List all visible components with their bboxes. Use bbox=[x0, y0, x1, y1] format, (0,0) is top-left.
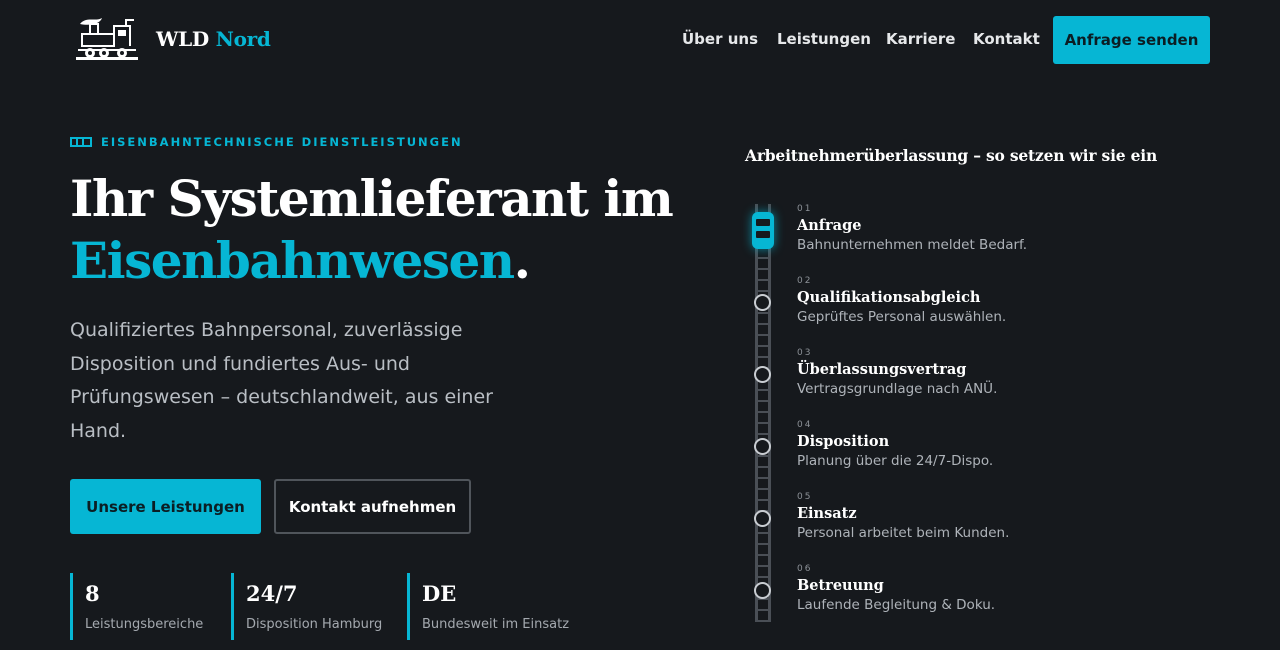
rail-left bbox=[755, 204, 758, 622]
step-description: Planung über die 24/7-Dispo. bbox=[797, 453, 994, 469]
stat-value: DE bbox=[422, 581, 457, 606]
stat-label: Bundesweit im Einsatz bbox=[422, 617, 570, 632]
hero-lead: Qualifiziertes Bahnpersonal, zuverlässig… bbox=[70, 319, 493, 442]
stat-value: 24/7 bbox=[246, 581, 298, 606]
stat-disposition: 24/7 Disposition Hamburg bbox=[231, 573, 382, 640]
stat-label: Disposition Hamburg bbox=[246, 617, 383, 632]
step-node-05 bbox=[754, 510, 771, 527]
nav-leistungen[interactable]: Leistungen bbox=[777, 30, 871, 48]
step-title: Betreuung bbox=[797, 577, 884, 594]
rail-track-icon bbox=[70, 137, 92, 147]
step-description: Bahnunternehmen meldet Bedarf. bbox=[797, 237, 1028, 253]
step-title: Einsatz bbox=[797, 505, 857, 522]
kontakt-aufnehmen-button[interactable]: Kontakt aufnehmen bbox=[274, 479, 471, 534]
rail-track-timeline bbox=[755, 204, 771, 622]
locomotive-logo-icon[interactable] bbox=[76, 16, 138, 60]
step-title: Überlassungsvertrag bbox=[797, 361, 967, 378]
process-step-qualifikationsabgleich: 02 Qualifikationsabgleich Geprüftes Pers… bbox=[797, 276, 1197, 325]
step-title: Qualifikationsabgleich bbox=[797, 289, 981, 306]
hero-eyebrow: EISENBAHNTECHNISCHE DIENSTLEISTUNGEN bbox=[101, 135, 463, 149]
brand-name[interactable]: WLD Nord bbox=[156, 27, 271, 51]
step-title: Anfrage bbox=[797, 217, 862, 234]
stat-bundesweit: DE Bundesweit im Einsatz bbox=[407, 573, 569, 640]
nav-karriere[interactable]: Karriere bbox=[886, 30, 955, 48]
unsere-leistungen-button[interactable]: Unsere Leistungen bbox=[70, 479, 261, 534]
stat-leistungsbereiche: 8 Leistungsbereiche bbox=[70, 573, 203, 640]
process-step-betreuung: 06 Betreuung Laufende Begleitung & Doku. bbox=[797, 564, 1197, 613]
step-number: 06 bbox=[797, 564, 813, 574]
hero-title: Ihr Systemlieferant im Eisenbahnwesen. bbox=[70, 168, 690, 292]
process-step-disposition: 04 Disposition Planung über die 24/7-Dis… bbox=[797, 420, 1197, 469]
step-number: 01 bbox=[797, 204, 813, 214]
step-node-03 bbox=[754, 366, 771, 383]
step-description: Geprüftes Personal auswählen. bbox=[797, 309, 1007, 325]
train-icon bbox=[752, 212, 774, 249]
process-step-einsatz: 05 Einsatz Personal arbeitet beim Kunden… bbox=[797, 492, 1197, 541]
stat-label: Leistungsbereiche bbox=[85, 617, 204, 632]
step-description: Laufende Begleitung & Doku. bbox=[797, 597, 996, 613]
brand-accent: Nord bbox=[215, 27, 271, 51]
process-step-ueberlassungsvertrag: 03 Überlassungsvertrag Vertragsgrundlage… bbox=[797, 348, 1197, 397]
hero-title-accent: Eisenbahnwesen bbox=[70, 231, 515, 290]
step-description: Personal arbeitet beim Kunden. bbox=[797, 525, 1010, 541]
step-number: 05 bbox=[797, 492, 813, 502]
hero-title-line1: Ihr Systemlieferant im bbox=[70, 169, 674, 228]
process-step-anfrage: 01 Anfrage Bahnunternehmen meldet Bedarf… bbox=[797, 204, 1197, 253]
rail-right bbox=[768, 204, 771, 622]
brand-main: WLD bbox=[156, 27, 209, 51]
anfrage-senden-button[interactable]: Anfrage senden bbox=[1053, 16, 1210, 64]
step-number: 04 bbox=[797, 420, 813, 430]
step-number: 02 bbox=[797, 276, 813, 286]
step-number: 03 bbox=[797, 348, 813, 358]
nav-ueber-uns[interactable]: Über uns bbox=[682, 30, 758, 48]
hero-title-end: . bbox=[513, 231, 531, 290]
step-description: Vertragsgrundlage nach ANÜ. bbox=[797, 381, 998, 397]
nav-kontakt[interactable]: Kontakt bbox=[973, 30, 1040, 48]
step-title: Disposition bbox=[797, 433, 890, 450]
step-node-06 bbox=[754, 582, 771, 599]
step-node-04 bbox=[754, 438, 771, 455]
process-title: Arbeitnehmerüberlassung – so setzen wir … bbox=[745, 146, 1158, 165]
step-node-02 bbox=[754, 294, 771, 311]
stat-value: 8 bbox=[85, 581, 100, 606]
